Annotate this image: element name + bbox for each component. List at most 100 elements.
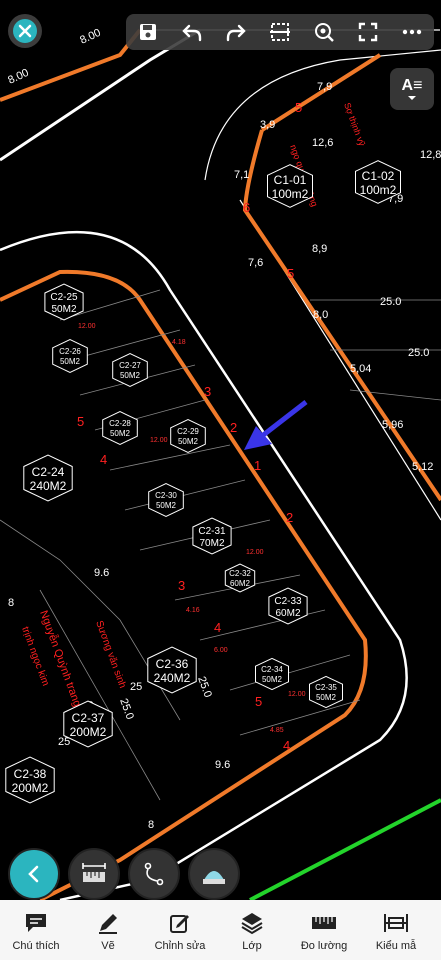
nav-measure[interactable]: Đo lường xyxy=(288,900,360,952)
plot-area: 200M2 xyxy=(12,781,49,795)
nav-label: Chỉnh sửa xyxy=(154,940,206,952)
plot-marker[interactable]: C2-3170M2 xyxy=(192,517,232,555)
plot-id: C2-34 xyxy=(261,665,283,674)
side-number: 3 xyxy=(178,578,185,593)
path-icon xyxy=(144,862,164,886)
plot-marker[interactable]: C2-3050M2 xyxy=(148,483,184,517)
nav-label: Đo lường xyxy=(300,940,348,952)
plot-id: C2-33 xyxy=(274,596,302,607)
plot-area: 50M2 xyxy=(60,357,81,366)
side-number: 5 xyxy=(77,414,84,429)
side-number: 2 xyxy=(286,510,293,525)
plot-marker[interactable]: C1-02100m2 xyxy=(355,160,401,204)
area-icon xyxy=(203,871,225,884)
road-outline xyxy=(0,230,408,900)
plot-area: 50M2 xyxy=(316,693,337,702)
plot-marker[interactable]: C2-3260M2 xyxy=(224,563,256,593)
road-label: 9.6 xyxy=(94,567,109,579)
measure-icon xyxy=(312,917,336,929)
style-icon xyxy=(384,914,408,932)
path-button[interactable] xyxy=(128,848,180,900)
edit-icon xyxy=(170,915,189,933)
back-button[interactable] xyxy=(8,848,60,900)
plot-id: C2-28 xyxy=(109,419,131,428)
plot-marker[interactable]: C2-3360M2 xyxy=(268,587,308,625)
plot-hexagon xyxy=(112,353,148,387)
dim-label: 12,6 xyxy=(312,137,333,149)
side-number: 2 xyxy=(230,420,237,435)
plot-marker[interactable]: C2-36240M2 xyxy=(147,646,197,694)
save-button[interactable] xyxy=(131,15,165,49)
road-label: 25.0 xyxy=(117,697,136,721)
zoom-button[interactable] xyxy=(307,15,341,49)
plot-hexagon xyxy=(170,419,206,453)
street-name: Sợ thịnh vỹ xyxy=(342,101,367,148)
dim-label: 7,6 xyxy=(248,257,263,269)
dim-label: 12,8 xyxy=(420,149,441,161)
dim-label: 3,9 xyxy=(260,119,275,131)
map-canvas[interactable]: 8.00 8.00 9.6 25.0 25.0 25.0 25.0 25 25 … xyxy=(0,0,441,900)
plot-layer: C2-2550M2C2-2650M2 C2-2750M2C2-2850M2 C2-2… xyxy=(5,160,401,804)
close-icon xyxy=(13,19,37,43)
ruler-button[interactable] xyxy=(68,848,120,900)
plot-marker[interactable]: C2-2950M2 xyxy=(170,419,206,453)
zoom-icon xyxy=(315,23,334,42)
plot-marker[interactable]: C2-2750M2 xyxy=(112,353,148,387)
side-number: 3 xyxy=(204,384,211,399)
plot-id: C2-25 xyxy=(50,292,78,303)
fullscreen-button[interactable] xyxy=(351,15,385,49)
plot-id: C2-38 xyxy=(14,767,47,781)
close-button[interactable] xyxy=(8,14,42,48)
nav-draw[interactable]: Vẽ xyxy=(72,900,144,952)
plot-marker[interactable]: C2-2650M2 xyxy=(52,339,88,373)
plot-area: 50M2 xyxy=(51,304,76,315)
dim-label: 8,9 xyxy=(312,243,327,255)
side-number: 5 xyxy=(295,100,302,115)
fab-row xyxy=(8,848,240,900)
dim-small: 12.00 xyxy=(78,323,96,330)
plot-marker[interactable]: C2-3550M2 xyxy=(309,675,343,709)
more-button[interactable] xyxy=(395,15,429,49)
road-label: 8 xyxy=(148,819,154,831)
plot-hexagon xyxy=(52,339,88,373)
redo-icon xyxy=(226,24,246,42)
nav-style[interactable]: Kiểu mẫ xyxy=(360,900,432,952)
road-label: 8.00 xyxy=(78,27,102,47)
dim-small: 12.00 xyxy=(150,437,168,444)
plot-id: C2-35 xyxy=(315,683,337,692)
dim-label: 7,9 xyxy=(317,81,332,93)
area-button[interactable] xyxy=(188,848,240,900)
plot-area: 70M2 xyxy=(199,538,224,549)
redo-button[interactable] xyxy=(219,15,253,49)
text-style-button[interactable]: A≡ xyxy=(390,68,434,110)
plot-area: 240M2 xyxy=(154,671,191,685)
nav-label: Chú thích xyxy=(12,940,60,952)
nav-layers[interactable]: Lớp xyxy=(216,900,288,952)
top-toolbar xyxy=(126,14,434,50)
plot-area: 240M2 xyxy=(30,479,67,493)
road-label: 25.0 xyxy=(408,347,429,359)
plot-marker[interactable]: C2-2850M2 xyxy=(102,411,138,445)
location-arrow xyxy=(244,400,308,450)
plot-id: C2-29 xyxy=(177,427,199,436)
plot-id: C2-36 xyxy=(156,657,189,671)
bottom-nav: Chú thích Vẽ Chỉnh sửa Lớp Đo lường Kiểu… xyxy=(0,900,441,960)
undo-button[interactable] xyxy=(175,15,209,49)
dim-label: 7,1 xyxy=(234,169,249,181)
plot-marker[interactable]: C2-38200M2 xyxy=(5,756,55,804)
plot-marker[interactable]: C2-3450M2 xyxy=(255,657,289,691)
nav-comment[interactable]: Chú thích xyxy=(0,900,72,952)
side-number: 1 xyxy=(254,458,261,473)
plot-area: 60M2 xyxy=(230,579,251,588)
plot-marker[interactable]: C2-24240M2 xyxy=(23,454,73,502)
plot-id: C2-37 xyxy=(72,711,105,725)
plot-marker[interactable]: C2-37200M2 xyxy=(63,700,113,748)
plot-id: C2-24 xyxy=(32,465,65,479)
side-number: 6 xyxy=(243,200,250,215)
more-icon xyxy=(402,29,422,35)
compare-button[interactable] xyxy=(263,15,297,49)
pen-icon xyxy=(99,914,117,934)
road-label: 25.0 xyxy=(380,296,401,308)
fullscreen-icon xyxy=(358,22,378,42)
nav-edit[interactable]: Chỉnh sửa xyxy=(144,900,216,952)
